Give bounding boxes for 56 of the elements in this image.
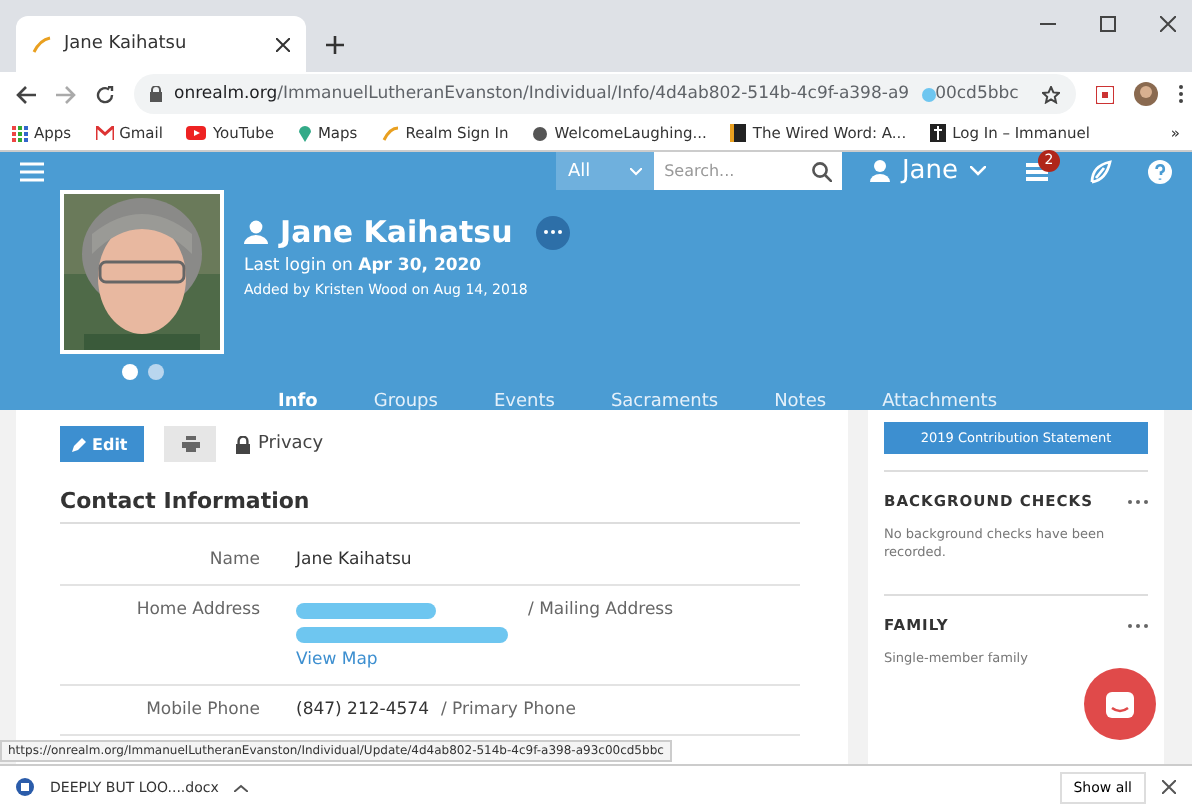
leaf-icon[interactable] <box>1088 159 1112 183</box>
new-tab-icon[interactable] <box>326 36 344 54</box>
maximize-icon[interactable] <box>1100 16 1116 32</box>
chevron-icon <box>970 166 986 176</box>
back-icon[interactable] <box>16 85 36 103</box>
url-text: 00cd5bbc <box>935 84 1019 104</box>
field-label: Home Address <box>134 600 262 624</box>
menu-icon[interactable] <box>20 161 44 181</box>
close-icon[interactable] <box>1160 16 1176 32</box>
tab-title: Jane Kaihatsu <box>64 34 187 54</box>
last-login: Last login on Apr 30, 2020 <box>244 256 484 276</box>
list-icon[interactable] <box>1026 161 1048 181</box>
section-title: Contact Information <box>60 488 800 524</box>
carousel-dot[interactable] <box>147 364 163 380</box>
field-note: / Primary Phone <box>440 700 576 720</box>
person-icon <box>244 220 268 244</box>
field-note: / Mailing Address <box>528 600 674 620</box>
apps-grid-icon <box>12 125 28 141</box>
map-pin-icon <box>297 124 312 142</box>
ellipsis-icon[interactable] <box>1128 623 1148 628</box>
view-map-link[interactable]: View Map <box>296 650 674 670</box>
redaction-mark <box>296 601 436 619</box>
close-icon[interactable] <box>276 37 290 51</box>
book-icon <box>730 124 747 142</box>
profile-name: Jane Kaihatsu <box>280 214 513 250</box>
reload-icon[interactable] <box>96 85 114 103</box>
address-bar[interactable]: onrealm.org/ImmanuelLutheranEvanston/Individual/Info/4d4ab802-514b-4c9f-a398-a9 00cd5bbc <box>134 74 1077 114</box>
more-icon[interactable] <box>1178 84 1185 104</box>
document-icon <box>16 778 34 796</box>
field-label: Mobile Phone <box>144 700 262 720</box>
person-icon <box>869 160 890 182</box>
avatar-icon[interactable] <box>1134 82 1159 106</box>
chat-icon <box>1104 689 1136 719</box>
url-text: onrealm.org/ImmanuelLutheranEvanston/Individual/Info/4d4ab802-514b-4c9f-a398-a9 <box>174 84 910 104</box>
mail-icon <box>95 126 114 140</box>
pencil-icon <box>72 437 86 451</box>
privacy-link[interactable]: Privacy <box>236 434 324 454</box>
more-button[interactable] <box>536 215 571 249</box>
print-button[interactable] <box>164 426 216 462</box>
redaction-mark <box>921 87 936 101</box>
cross-icon <box>930 124 947 142</box>
play-icon <box>186 126 207 140</box>
globe-icon <box>532 125 549 141</box>
chevron-icon[interactable] <box>234 783 249 791</box>
star-icon[interactable] <box>1042 85 1061 103</box>
help-icon[interactable] <box>1148 159 1172 183</box>
field-value: Jane Kaihatsu <box>296 550 412 570</box>
lock-icon <box>236 435 250 453</box>
close-icon[interactable] <box>1162 780 1176 794</box>
chevron-icon <box>630 167 643 175</box>
field-value: (847) 212-4574 <box>296 700 429 720</box>
carousel-dot[interactable] <box>121 364 137 380</box>
lock-icon <box>150 86 162 102</box>
printer-icon <box>181 436 199 452</box>
search-icon <box>811 161 832 181</box>
field-label: Name <box>207 550 262 570</box>
